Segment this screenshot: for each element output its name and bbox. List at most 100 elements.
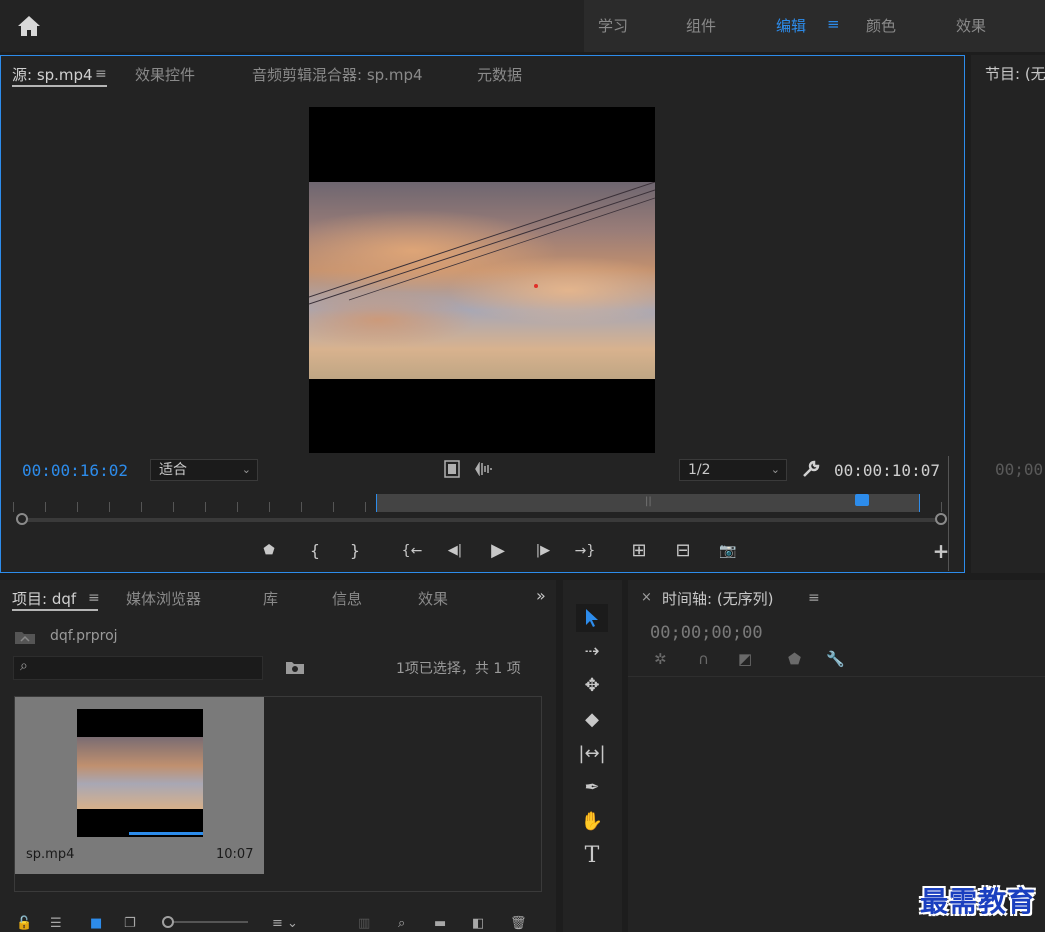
in-out-range[interactable]: || (376, 494, 920, 512)
tab-timeline[interactable]: 时间轴: (无序列) (662, 588, 774, 609)
program-monitor-panel: 节目: (无 00;00; (971, 55, 1045, 573)
more-tabs-chevron-icon[interactable]: » (536, 586, 546, 605)
selection-status: 1项已选择，共 1 项 (396, 661, 521, 677)
play-button[interactable]: ▶ (486, 540, 510, 562)
playback-resolution-dropdown[interactable]: 1/2 ⌄ (679, 459, 787, 481)
zoom-dropdown[interactable]: 适合 ⌄ (150, 459, 258, 481)
clip-thumbnail-card[interactable]: sp.mp4 10:07 (15, 697, 264, 874)
close-icon[interactable]: × (641, 590, 652, 605)
tab-metadata[interactable]: 元数据 (477, 64, 522, 85)
zoom-scrollbar[interactable] (21, 518, 943, 522)
trash-icon[interactable]: 🗑 (510, 916, 527, 932)
project-file-name: dqf.prproj (50, 628, 118, 644)
find-bin-icon[interactable] (285, 659, 305, 679)
go-to-in-button[interactable]: {← (399, 540, 425, 562)
drag-video-only-icon[interactable] (444, 460, 460, 482)
hand-tool-icon[interactable]: ✋ (576, 808, 608, 836)
project-search-input[interactable]: ⌕ (13, 656, 263, 680)
tab-project[interactable]: 项目: dqf (12, 588, 76, 609)
source-panel-menu-icon[interactable]: ≡ (95, 66, 107, 82)
timeline-panel-menu-icon[interactable]: ≡ (808, 590, 820, 606)
type-tool-icon[interactable]: T (576, 842, 608, 870)
folder-up-icon[interactable] (14, 629, 36, 649)
freeform-view-icon[interactable]: ❐ (124, 916, 136, 932)
thumbnail-size-slider[interactable] (162, 916, 248, 928)
clip-duration: 10:07 (216, 847, 254, 862)
snap-magnet-icon[interactable]: ∩ (698, 650, 709, 668)
export-frame-camera-icon[interactable]: 📷 (715, 540, 741, 562)
add-button-plus-icon[interactable]: + (931, 540, 951, 562)
chevron-down-icon: ⌄ (241, 463, 251, 476)
chevron-down-icon: ⌄ (770, 463, 780, 476)
go-to-out-button[interactable]: →} (572, 540, 598, 562)
source-duration-timecode: 00:00:10:07 (834, 461, 940, 480)
workspace-tab-assembly[interactable]: 组件 (686, 15, 716, 36)
active-tab-underline (12, 609, 98, 611)
home-icon[interactable] (14, 12, 44, 40)
drag-audio-only-icon[interactable] (474, 461, 494, 480)
pen-tool-icon[interactable]: ✒ (576, 774, 608, 802)
find-icon[interactable]: ⌕ (398, 916, 405, 932)
top-bar: 学习 组件 编辑 ≡ 颜色 效果 (0, 0, 1045, 52)
list-view-icon[interactable]: ☰ (50, 916, 62, 932)
tab-source[interactable]: 源: sp.mp4 (12, 64, 93, 85)
insert-button[interactable]: ⊞ (625, 540, 653, 562)
nest-icon[interactable]: ✲ (654, 650, 667, 668)
new-bin-icon[interactable]: ▬ (434, 916, 446, 932)
track-select-tool-icon[interactable]: ⇢ (576, 638, 608, 666)
automate-sequence-icon[interactable]: ▥ (358, 916, 370, 932)
overwrite-button[interactable]: ⊟ (669, 540, 697, 562)
resolution-dropdown-value: 1/2 (688, 462, 711, 478)
step-back-button[interactable]: ◀| (443, 540, 467, 562)
red-dot-marker (534, 284, 538, 288)
active-tab-underline (12, 85, 107, 87)
source-video-frame[interactable] (309, 107, 655, 453)
source-current-timecode[interactable]: 00:00:16:02 (22, 461, 128, 480)
tab-program[interactable]: 节目: (无 (985, 63, 1045, 84)
clip-name: sp.mp4 (26, 847, 75, 862)
workspace-tab-color[interactable]: 颜色 (866, 15, 896, 36)
timeline-settings-wrench-icon[interactable]: 🔧 (826, 650, 845, 668)
project-panel: 项目: dqf ≡ 媒体浏览器 库 信息 效果 » dqf.prproj ⌕ 1… (0, 580, 556, 932)
tab-libraries[interactable]: 库 (263, 588, 278, 609)
linked-selection-icon[interactable]: ◩ (738, 650, 752, 668)
icon-view-icon[interactable]: ■ (90, 916, 102, 932)
tab-effect-controls[interactable]: 效果控件 (135, 64, 195, 85)
slider-handle[interactable] (162, 916, 174, 928)
sort-icon[interactable]: ≡ ⌄ (272, 916, 298, 932)
workspace-tab-effects[interactable]: 效果 (956, 15, 986, 36)
tab-effects[interactable]: 效果 (418, 588, 448, 609)
thumbnail-sky (77, 737, 203, 809)
new-item-icon[interactable]: ◧ (472, 916, 484, 932)
selection-tool-icon[interactable] (576, 604, 608, 632)
workspace-menu-icon[interactable]: ≡ (827, 15, 840, 33)
thumbnail-usage-bar (129, 832, 203, 835)
wrench-icon[interactable] (801, 459, 821, 483)
clip-thumbnail-image (77, 709, 203, 837)
lock-icon[interactable]: 🔓 (16, 916, 32, 932)
step-forward-button[interactable]: |▶ (531, 540, 555, 562)
tab-audio-clip-mixer[interactable]: 音频剪辑混合器: sp.mp4 (252, 64, 423, 85)
timeline-timecode: 00;00;00;00 (650, 623, 763, 643)
program-timecode: 00;00; (995, 460, 1045, 479)
ripple-edit-tool-icon[interactable]: ✥ (576, 672, 608, 700)
source-monitor-panel: 源: sp.mp4 ≡ 效果控件 音频剪辑混合器: sp.mp4 元数据 00:… (0, 55, 965, 573)
mark-out-button[interactable]: } (347, 540, 363, 562)
search-icon: ⌕ (20, 658, 28, 674)
video-frame-image (309, 182, 655, 379)
workspace-tab-editing[interactable]: 编辑 (776, 15, 806, 36)
zoom-scrollbar-right-handle[interactable] (935, 513, 947, 525)
slip-tool-icon[interactable]: |↔| (576, 740, 608, 768)
razor-tool-icon[interactable]: ◆ (576, 706, 608, 734)
project-panel-menu-icon[interactable]: ≡ (88, 590, 100, 606)
add-marker-button[interactable]: ⬟ (261, 540, 277, 562)
playhead[interactable] (855, 494, 869, 506)
add-marker-icon[interactable]: ⬟ (788, 650, 801, 668)
tab-media-browser[interactable]: 媒体浏览器 (126, 588, 201, 609)
mark-in-button[interactable]: { (307, 540, 323, 562)
zoom-scrollbar-left-handle[interactable] (16, 513, 28, 525)
workspace-tab-learn[interactable]: 学习 (598, 15, 628, 36)
tab-info[interactable]: 信息 (332, 588, 362, 609)
time-ruler[interactable]: || (13, 494, 948, 514)
zoom-dropdown-value: 适合 (159, 462, 187, 478)
